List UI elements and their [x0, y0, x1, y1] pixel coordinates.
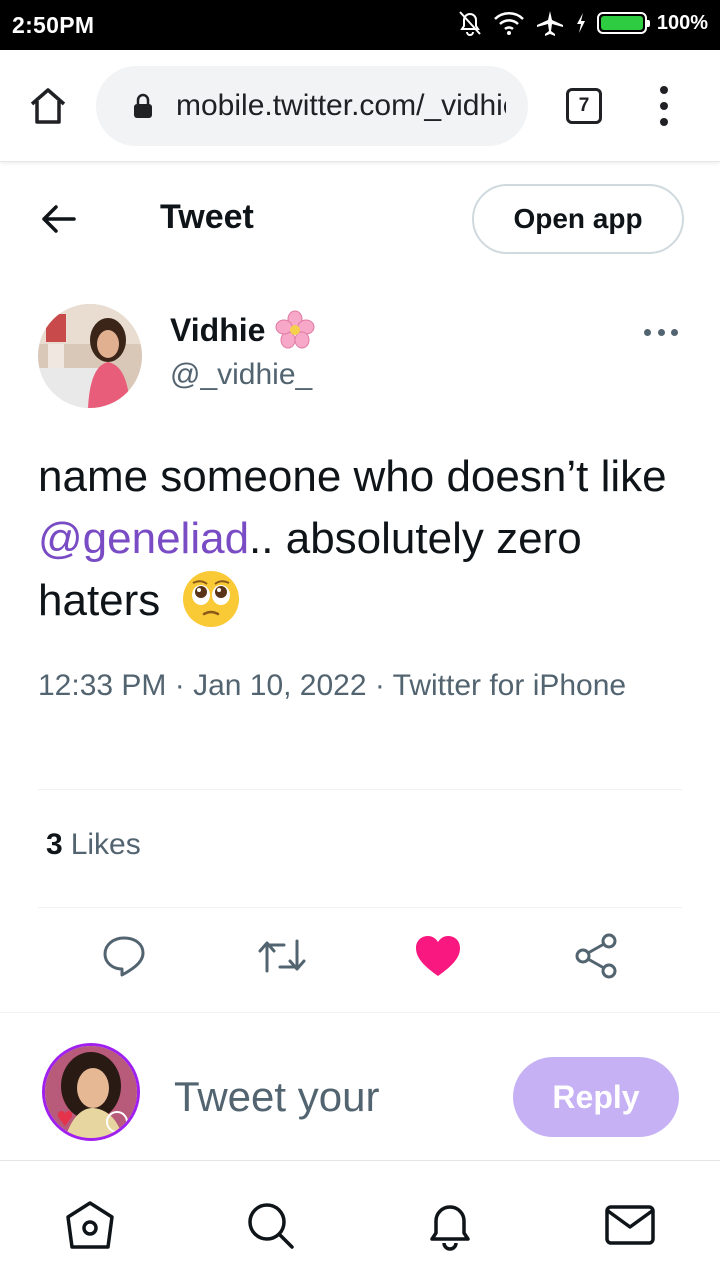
home-icon [30, 88, 66, 124]
menu-dot [660, 102, 668, 110]
browser-toolbar: mobile.twitter.com/_vidhie_ 7 [0, 50, 720, 162]
url-bar[interactable]: mobile.twitter.com/_vidhie_ [96, 66, 528, 146]
tweet-header: Tweet Open app [0, 162, 720, 276]
likes-number: 3 [46, 828, 63, 861]
status-time: 2:50PM [12, 12, 95, 38]
more-options-button[interactable] [644, 326, 678, 338]
open-app-button[interactable]: Open app [472, 184, 684, 254]
status-icons: 100% [457, 9, 708, 37]
menu-dot [660, 86, 668, 94]
nav-messages[interactable] [602, 1197, 658, 1253]
search-icon [248, 1203, 294, 1249]
flower-icon [275, 310, 315, 349]
like-action-button[interactable] [412, 930, 464, 982]
nav-home[interactable] [62, 1197, 118, 1253]
home-icon [66, 1201, 114, 1249]
status-bar: 2:50PM 100% [0, 0, 720, 50]
author-avatar-image [38, 304, 142, 408]
back-button[interactable] [38, 202, 78, 236]
heart-filled-icon [416, 936, 460, 976]
reply-input[interactable]: Tweet your [174, 1073, 379, 1121]
retweet-action-button[interactable] [256, 930, 308, 982]
tab-switcher-button[interactable]: 7 [566, 88, 602, 124]
author-name[interactable]: Vidhie [170, 310, 315, 350]
likes-count[interactable]: 3 Likes [46, 828, 141, 862]
notifications-icon [430, 1205, 470, 1251]
airplane-icon [536, 11, 563, 36]
charging-icon [576, 13, 585, 33]
messages-icon [605, 1205, 655, 1245]
tweet-timestamp[interactable]: 12:33 PM · Jan 10, 2022 · Twitter for iP… [38, 664, 658, 708]
tweet-actions [0, 930, 720, 992]
battery-icon [596, 12, 650, 34]
current-user-avatar[interactable] [42, 1043, 140, 1141]
url-text: mobile.twitter.com/_vidhie_ [176, 89, 506, 122]
wifi-icon [493, 12, 524, 35]
reply-button[interactable]: Reply [513, 1057, 679, 1137]
arrow-left-icon [42, 205, 76, 233]
author-name-text: Vidhie [170, 311, 266, 348]
reply-composer: Tweet your Reply [0, 1012, 720, 1160]
share-icon [575, 933, 617, 979]
more-dot [671, 328, 678, 336]
pleading-face-emoji-icon [182, 571, 239, 628]
divider [38, 907, 682, 908]
more-dot [644, 328, 651, 336]
tweet-text: name someone who doesn’t like @geneliad.… [38, 446, 688, 633]
lock-icon [134, 93, 152, 118]
nav-notifications[interactable] [422, 1197, 478, 1253]
divider [38, 789, 682, 790]
tweet-text-part: name someone who doesn’t like [38, 452, 667, 501]
page-title: Tweet [160, 198, 254, 236]
retweet-icon [258, 939, 306, 973]
share-action-button[interactable] [570, 930, 622, 982]
author-avatar[interactable] [38, 304, 142, 408]
comment-icon [103, 936, 145, 977]
more-dot [657, 328, 665, 336]
bottom-navigation [0, 1160, 720, 1280]
mention-link[interactable]: @geneliad [38, 514, 249, 563]
menu-dot [660, 118, 668, 126]
browser-home-button[interactable] [26, 84, 70, 128]
browser-menu-button[interactable] [652, 86, 676, 126]
bell-off-icon [459, 11, 481, 36]
nav-search[interactable] [242, 1197, 298, 1253]
likes-label: Likes [70, 828, 141, 861]
reply-action-button[interactable] [98, 930, 150, 982]
current-user-avatar-image [45, 1046, 137, 1138]
author-handle[interactable]: @_vidhie_ [170, 358, 312, 392]
battery-percent: 100% [656, 11, 708, 34]
